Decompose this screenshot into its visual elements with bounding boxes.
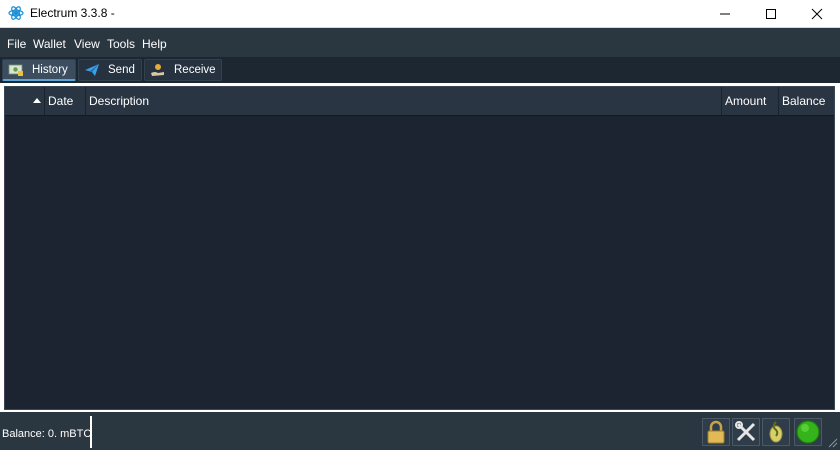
column-header-description[interactable]: Description — [86, 87, 722, 115]
seed-button[interactable] — [762, 418, 790, 446]
lock-icon — [707, 420, 725, 444]
history-table-header: Date Description Amount Balance — [5, 87, 834, 116]
window-title: Electrum 3.3.8 - — [30, 6, 115, 20]
history-panel: Date Description Amount Balance — [4, 86, 835, 410]
electrum-logo-icon — [8, 6, 24, 20]
preferences-icon — [735, 421, 756, 442]
menu-help[interactable]: Help — [142, 37, 167, 51]
network-button[interactable] — [794, 418, 822, 446]
minimize-button[interactable] — [702, 0, 748, 27]
tab-send-label: Send — [108, 64, 135, 76]
window-bottom-edge — [0, 450, 840, 460]
tab-history-label: History — [32, 63, 68, 76]
title-bar: Electrum 3.3.8 - — [0, 0, 840, 28]
network-status-icon — [796, 420, 820, 444]
close-icon — [811, 8, 823, 19]
column-header-amount[interactable]: Amount — [722, 87, 779, 115]
menu-tools[interactable]: Tools — [107, 37, 135, 51]
preferences-button[interactable] — [732, 418, 760, 446]
tab-history[interactable]: History — [2, 59, 76, 81]
balance-label: Balance: 0. mBTC — [2, 428, 92, 440]
status-divider — [90, 416, 92, 448]
menu-view[interactable]: View — [74, 37, 100, 51]
send-tab-icon — [85, 64, 99, 76]
password-button[interactable] — [702, 418, 730, 446]
history-tab-icon — [8, 64, 23, 76]
tab-send[interactable]: Send — [78, 59, 142, 81]
maximize-button[interactable] — [748, 0, 794, 27]
column-header-date[interactable]: Date — [45, 87, 86, 115]
close-button[interactable] — [794, 0, 840, 27]
column-header-balance[interactable]: Balance — [779, 87, 834, 115]
receive-tab-icon — [151, 64, 164, 76]
menu-bar: File Wallet View Tools Help — [0, 28, 840, 57]
tab-receive-label: Receive — [174, 64, 216, 76]
seed-icon — [769, 421, 783, 443]
minimize-icon — [720, 13, 730, 14]
tab-receive[interactable]: Receive — [144, 59, 222, 81]
maximize-icon — [766, 8, 776, 19]
history-table-body[interactable] — [5, 116, 834, 409]
column-header-sort[interactable] — [5, 87, 45, 115]
tab-bar: History Send Receive — [0, 57, 840, 83]
status-bar: Balance: 0. mBTC — [0, 412, 840, 450]
menu-file[interactable]: File — [7, 37, 26, 51]
sort-ascending-icon — [33, 98, 41, 103]
resize-grip-icon[interactable] — [826, 436, 838, 448]
menu-wallet[interactable]: Wallet — [33, 37, 66, 51]
